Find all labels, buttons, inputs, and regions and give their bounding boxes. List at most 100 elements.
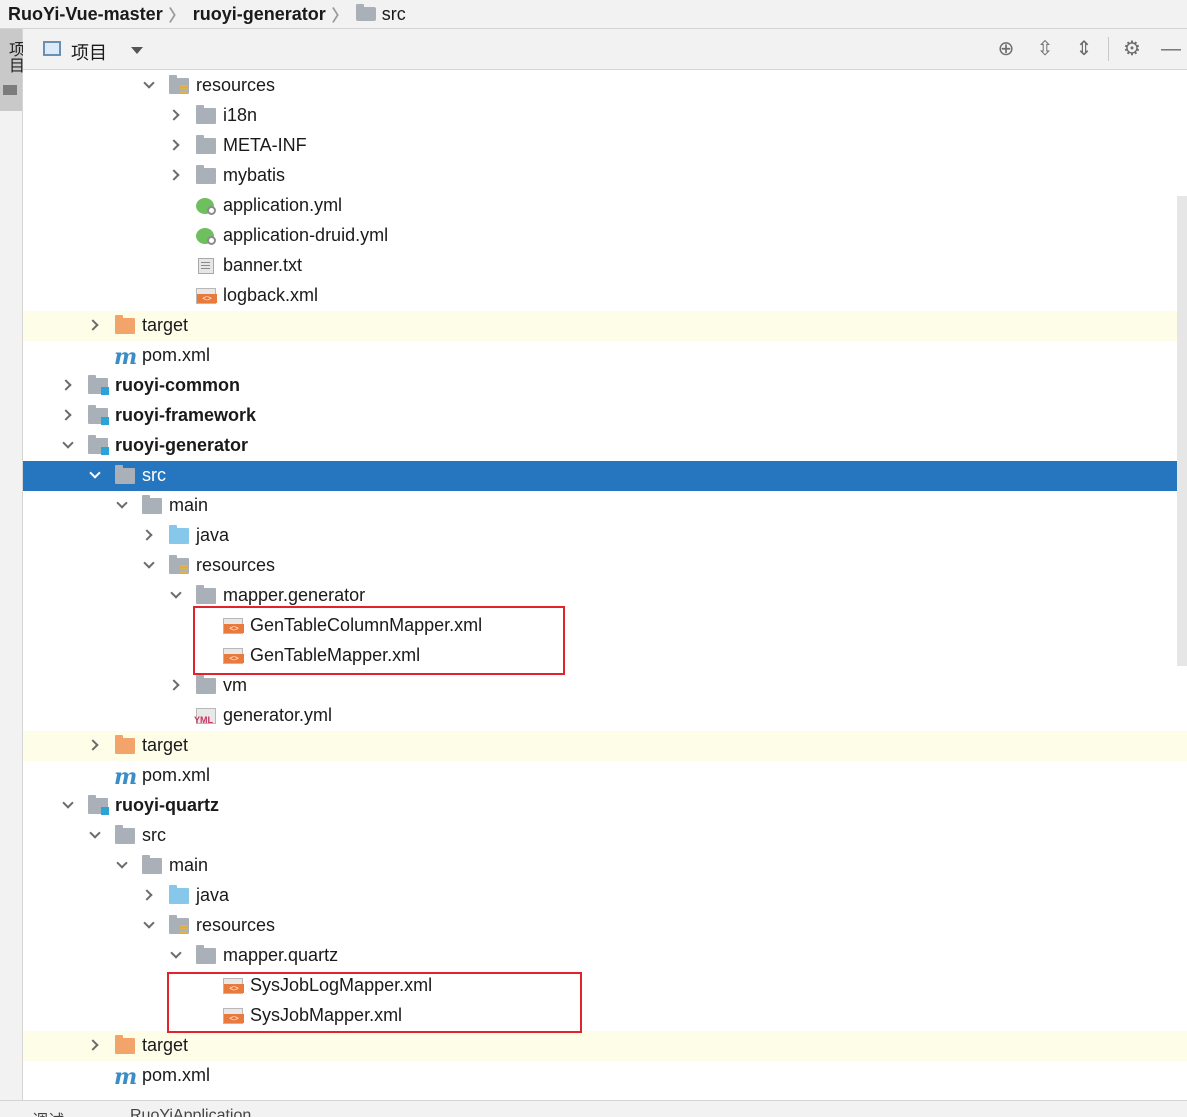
- breadcrumb-label: ruoyi-generator: [192, 3, 326, 24]
- tree-row[interactable]: m pom.xml: [23, 761, 1187, 791]
- folder-icon: [196, 585, 216, 604]
- tree-row[interactable]: target: [23, 311, 1187, 341]
- project-toolbar: 项目 ⊕ ⇳ ⇕ ⚙ —: [23, 29, 1187, 70]
- chevron-down-icon[interactable]: [116, 857, 128, 869]
- spring-yml-icon: [196, 228, 216, 245]
- tree-row[interactable]: META-INF: [23, 131, 1187, 161]
- tree-item-label: mapper.quartz: [223, 945, 339, 965]
- tree-item-label: mybatis: [223, 165, 286, 185]
- project-tool-tab[interactable]: 项目: [0, 29, 23, 111]
- tree-row[interactable]: vm: [23, 671, 1187, 701]
- breadcrumb-separator-icon: 〉: [168, 8, 185, 25]
- tree-row[interactable]: banner.txt: [23, 251, 1187, 281]
- tree-row[interactable]: main: [23, 851, 1187, 881]
- tree-row[interactable]: m pom.xml: [23, 341, 1187, 371]
- chevron-right-icon[interactable]: [87, 739, 99, 751]
- minimize-icon[interactable]: —: [1160, 38, 1182, 60]
- chevron-down-icon[interactable]: [89, 467, 101, 479]
- expand-all-icon[interactable]: ⇳: [1034, 38, 1056, 60]
- tree-item-label: main: [169, 855, 209, 875]
- folder-icon: [196, 135, 216, 154]
- breadcrumb-label: src: [381, 3, 406, 24]
- tree-row[interactable]: ruoyi-generator: [23, 431, 1187, 461]
- annotation-box-quartz-mappers: [167, 972, 582, 1033]
- view-selector-label[interactable]: 项目: [71, 39, 107, 65]
- chevron-down-icon[interactable]: [143, 77, 155, 89]
- tree-row[interactable]: target: [23, 1031, 1187, 1061]
- tree-row[interactable]: java: [23, 521, 1187, 551]
- tree-row[interactable]: resources: [23, 551, 1187, 581]
- folder-icon: [196, 675, 216, 694]
- tree-row[interactable]: resources: [23, 71, 1187, 101]
- project-tree: resources i18n META-INF mybatis applicat…: [23, 70, 1187, 1105]
- tree-row[interactable]: application-druid.yml: [23, 221, 1187, 251]
- tree-row[interactable]: ruoyi-common: [23, 371, 1187, 401]
- breadcrumb-item-module[interactable]: ruoyi-generator 〉: [185, 2, 348, 26]
- breadcrumb-item-src[interactable]: src: [348, 4, 406, 25]
- chevron-down-icon[interactable]: [131, 47, 143, 54]
- spring-yml-icon: [196, 198, 216, 215]
- tree-row[interactable]: target: [23, 731, 1187, 761]
- tree-row[interactable]: ruoyi-framework: [23, 401, 1187, 431]
- tree-item-label: mapper.generator: [223, 585, 366, 605]
- tree-row-selected[interactable]: src: [23, 461, 1187, 491]
- folder-icon: [142, 495, 162, 514]
- folder-icon: [196, 165, 216, 184]
- locate-icon[interactable]: ⊕: [995, 38, 1017, 60]
- chevron-right-icon[interactable]: [87, 319, 99, 331]
- folder-icon: [196, 945, 216, 964]
- chevron-right-icon[interactable]: [87, 1039, 99, 1051]
- breadcrumb-item-project[interactable]: RuoYi-Vue-master 〉: [0, 2, 185, 26]
- xml-file-icon: [196, 288, 217, 304]
- tree-row[interactable]: generator.yml: [23, 701, 1187, 731]
- tree-item-label: src: [142, 465, 166, 485]
- chevron-right-icon[interactable]: [60, 409, 72, 421]
- maven-icon: m: [114, 1064, 138, 1090]
- folder-icon: [115, 825, 135, 844]
- tree-row[interactable]: i18n: [23, 101, 1187, 131]
- tree-row[interactable]: logback.xml: [23, 281, 1187, 311]
- chevron-down-icon[interactable]: [62, 797, 74, 809]
- toolbar-divider: [1108, 37, 1109, 61]
- vertical-scrollbar[interactable]: [1177, 196, 1187, 666]
- tree-item-label: resources: [196, 555, 276, 575]
- module-folder-icon: [88, 405, 109, 425]
- chevron-right-icon[interactable]: [168, 139, 180, 151]
- excluded-folder-icon: [115, 315, 135, 334]
- chevron-right-icon[interactable]: [60, 379, 72, 391]
- tree-row[interactable]: ruoyi-quartz: [23, 791, 1187, 821]
- tree-row[interactable]: mapper.quartz: [23, 941, 1187, 971]
- module-folder-icon: [88, 435, 109, 455]
- resources-folder-icon: [169, 75, 189, 94]
- tree-item-label: application.yml: [223, 195, 343, 215]
- chevron-right-icon[interactable]: [168, 679, 180, 691]
- gear-icon[interactable]: ⚙: [1121, 38, 1143, 60]
- tree-item-label: target: [142, 735, 189, 755]
- tree-row[interactable]: resources: [23, 911, 1187, 941]
- tree-row[interactable]: m pom.xml: [23, 1061, 1187, 1091]
- chevron-down-icon[interactable]: [143, 557, 155, 569]
- tree-item-label: i18n: [223, 105, 258, 125]
- text-file-icon: [198, 258, 214, 274]
- chevron-down-icon[interactable]: [143, 917, 155, 929]
- chevron-down-icon[interactable]: [170, 587, 182, 599]
- folder-icon: [142, 855, 162, 874]
- chevron-down-icon[interactable]: [116, 497, 128, 509]
- chevron-right-icon[interactable]: [168, 169, 180, 181]
- chevron-down-icon[interactable]: [170, 947, 182, 959]
- tree-item-label: META-INF: [223, 135, 307, 155]
- chevron-right-icon[interactable]: [168, 109, 180, 121]
- tree-row[interactable]: mybatis: [23, 161, 1187, 191]
- chevron-right-icon[interactable]: [141, 529, 153, 541]
- tree-item-label: vm: [223, 675, 247, 695]
- tree-row[interactable]: java: [23, 881, 1187, 911]
- chevron-down-icon[interactable]: [62, 437, 74, 449]
- tree-row[interactable]: main: [23, 491, 1187, 521]
- tree-item-label: banner.txt: [223, 255, 303, 275]
- tree-row[interactable]: application.yml: [23, 191, 1187, 221]
- module-folder-icon: [88, 795, 109, 815]
- chevron-right-icon[interactable]: [141, 889, 153, 901]
- tree-row[interactable]: src: [23, 821, 1187, 851]
- chevron-down-icon[interactable]: [89, 827, 101, 839]
- collapse-all-icon[interactable]: ⇕: [1073, 38, 1095, 60]
